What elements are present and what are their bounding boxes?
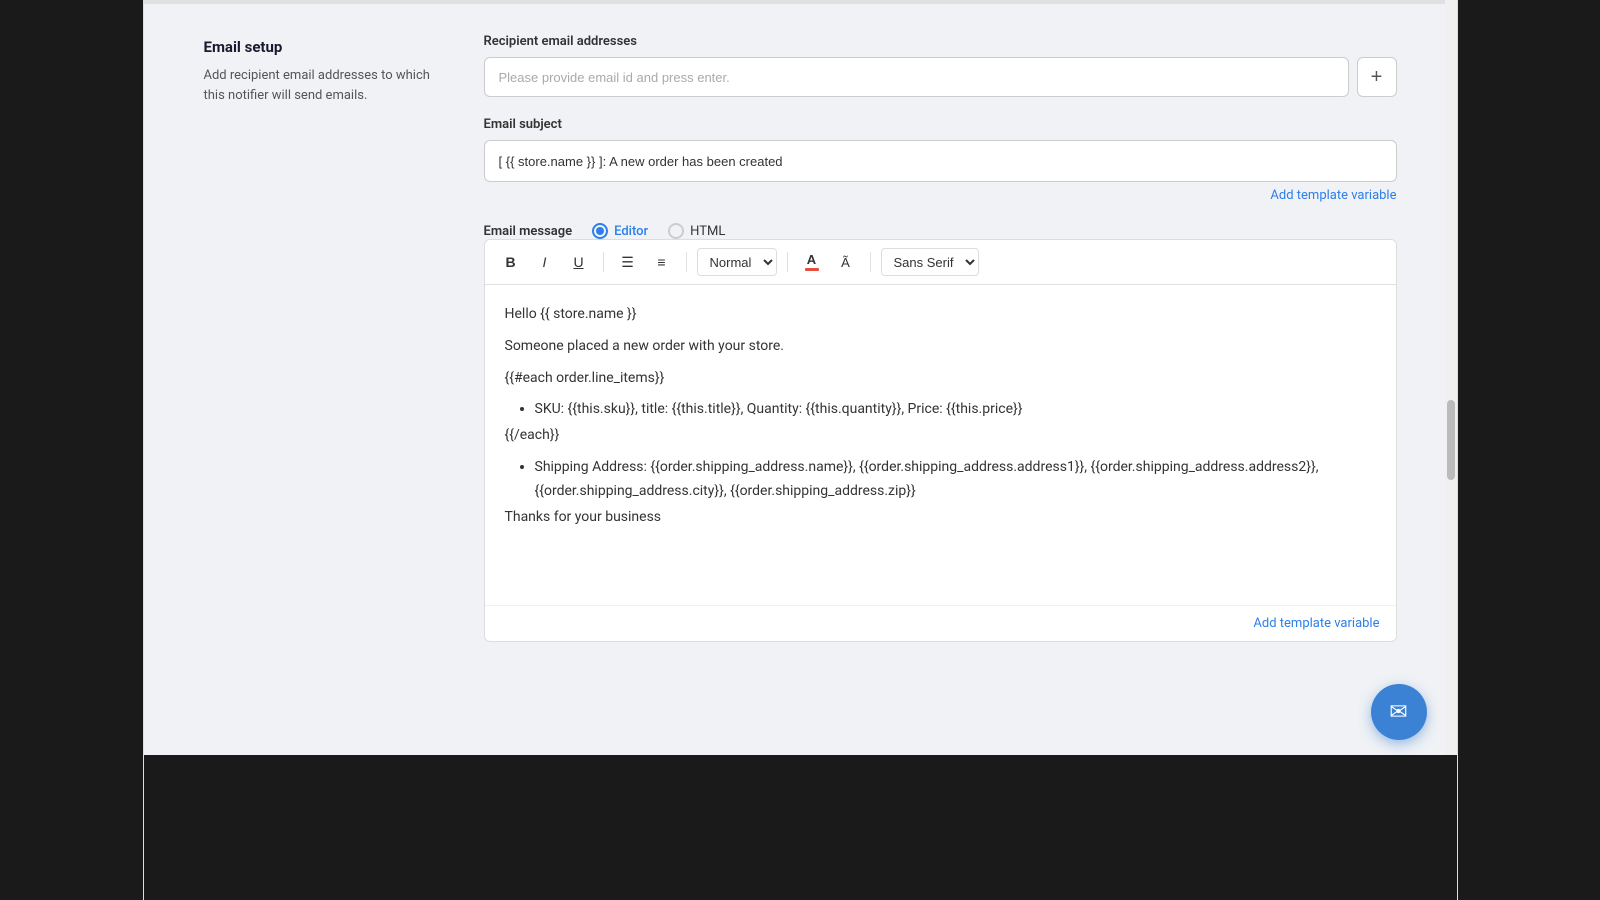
email-setup-title: Email setup (204, 38, 444, 56)
subject-input[interactable] (484, 140, 1397, 182)
highlight-icon: Ã (841, 255, 850, 270)
editor-radio-circle[interactable] (592, 223, 608, 239)
font-color-bar (805, 268, 819, 271)
editor-line-2: Someone placed a new order with your sto… (505, 335, 1376, 359)
style-select[interactable]: Normal (697, 248, 777, 276)
editor-line-6: Shipping Address: {{order.shipping_addre… (535, 456, 1376, 504)
floating-mail-button[interactable] (1371, 684, 1427, 740)
add-email-button[interactable]: + (1357, 57, 1397, 97)
email-message-section: Email message Editor HTML (484, 223, 1397, 642)
editor-toolbar: B I U ☰ ≡ Normal A (485, 240, 1396, 285)
scrollbar-thumb[interactable] (1447, 400, 1455, 480)
font-select[interactable]: Sans Serif (881, 248, 979, 276)
editor-line-3: {{#each order.line_items}} (505, 367, 1376, 391)
toolbar-divider-3 (787, 252, 788, 272)
add-template-variable-link-bottom[interactable]: Add template variable (485, 605, 1396, 641)
editor-radio-option[interactable]: Editor (592, 223, 648, 239)
font-color-button[interactable]: A (798, 248, 826, 276)
editor-line-4: SKU: {{this.sku}}, title: {{this.title}}… (535, 398, 1376, 422)
editor-line-7: Thanks for your business (505, 506, 1376, 530)
recipient-label: Recipient email addresses (484, 34, 1397, 49)
italic-button[interactable]: I (531, 248, 559, 276)
editor-body[interactable]: Hello {{ store.name }} Someone placed a … (485, 285, 1396, 605)
editor-radio-label: Editor (614, 224, 648, 239)
font-color-icon: A (807, 253, 816, 266)
toolbar-divider-1 (603, 252, 604, 272)
toolbar-divider-2 (686, 252, 687, 272)
unordered-list-button[interactable]: ≡ (648, 248, 676, 276)
email-setup-description: Add recipient email addresses to which t… (204, 66, 444, 105)
subject-label: Email subject (484, 117, 1397, 132)
recipient-section: Recipient email addresses + (484, 34, 1397, 97)
add-template-variable-link-top[interactable]: Add template variable (484, 188, 1397, 203)
editor-container: B I U ☰ ≡ Normal A (484, 239, 1397, 642)
editor-line-5: {{/each}} (505, 424, 1376, 448)
ordered-list-button[interactable]: ☰ (614, 248, 642, 276)
editor-mode-radio-group: Editor HTML (592, 223, 725, 239)
underline-button[interactable]: U (565, 248, 593, 276)
bottom-black-area (144, 755, 1457, 900)
subject-section: Email subject Add template variable (484, 117, 1397, 203)
toolbar-divider-4 (870, 252, 871, 272)
email-message-label: Email message (484, 224, 573, 239)
bold-button[interactable]: B (497, 248, 525, 276)
html-radio-option[interactable]: HTML (668, 223, 725, 239)
email-input[interactable] (484, 57, 1349, 97)
editor-line-1: Hello {{ store.name }} (505, 303, 1376, 327)
highlight-button[interactable]: Ã (832, 248, 860, 276)
html-radio-circle[interactable] (668, 223, 684, 239)
html-radio-label: HTML (690, 224, 725, 239)
